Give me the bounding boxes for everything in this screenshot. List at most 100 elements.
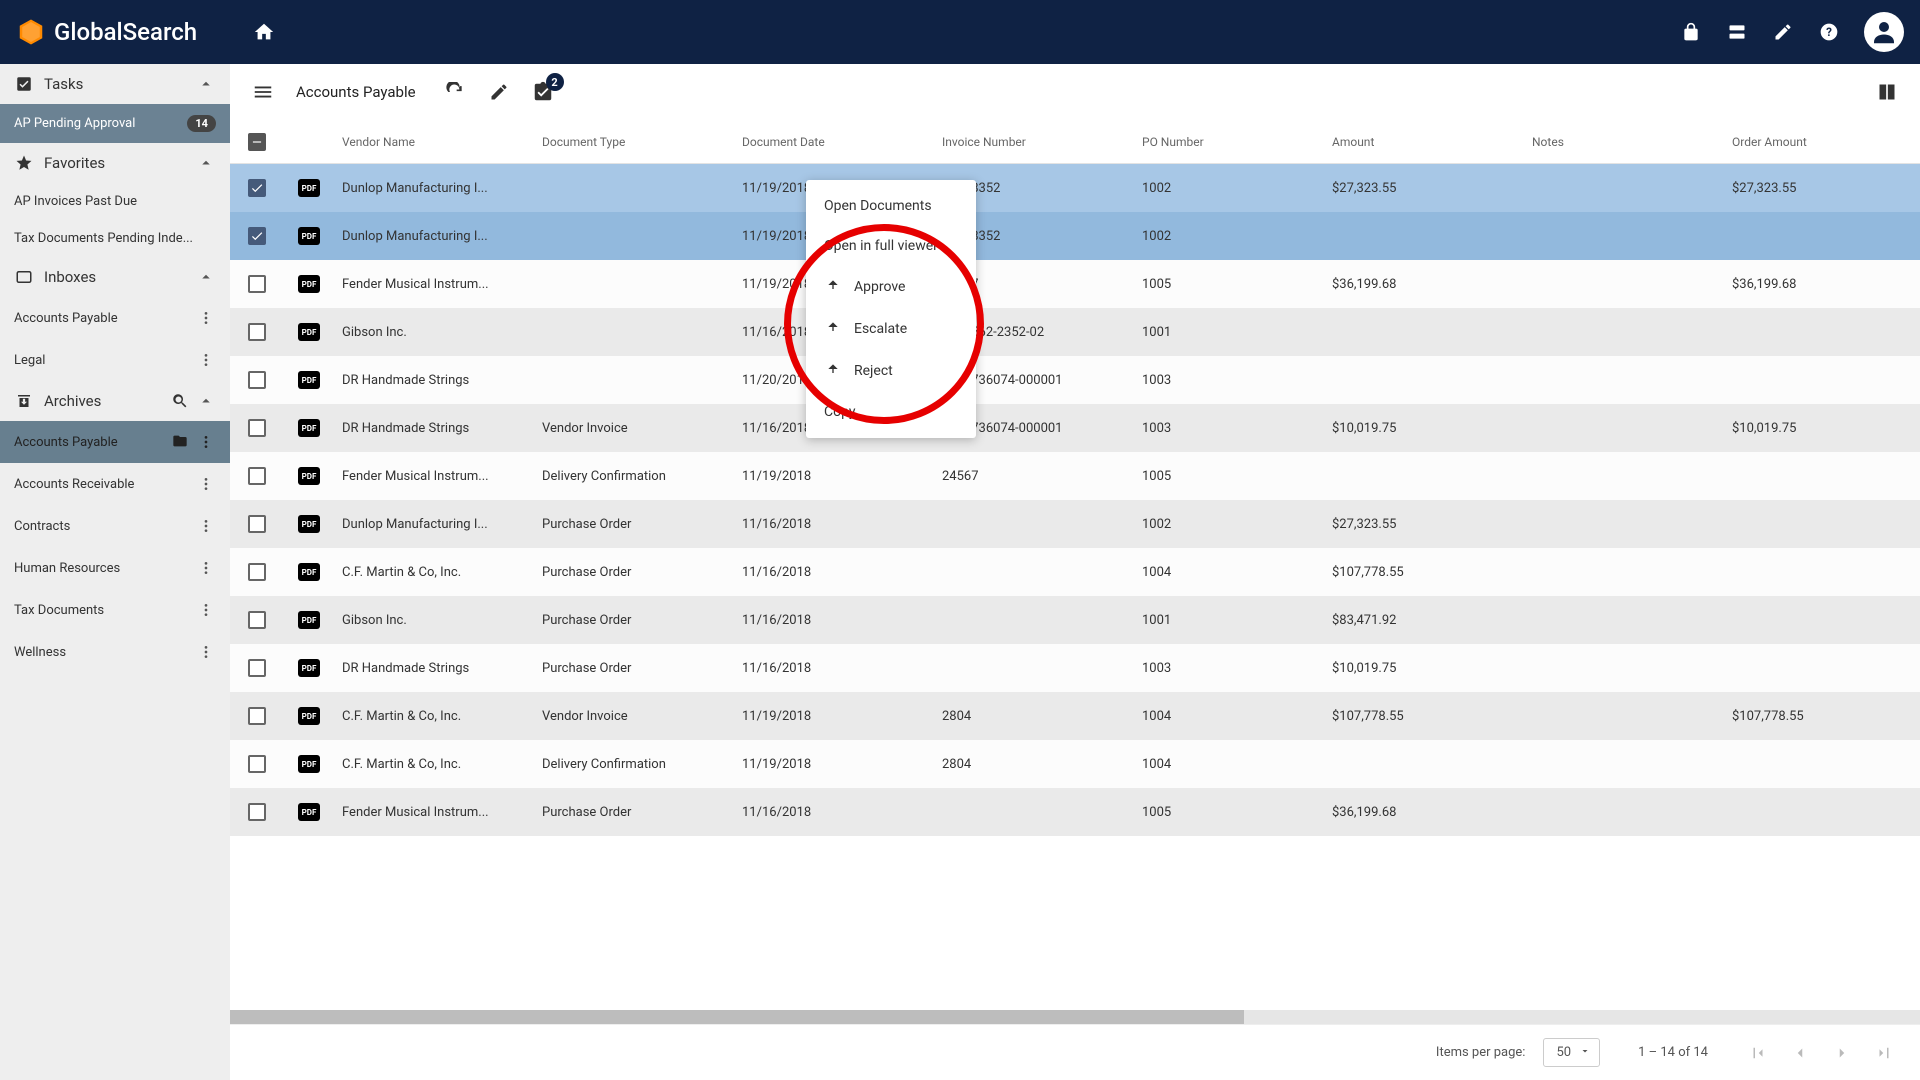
first-page-button[interactable] (1746, 1041, 1770, 1065)
ctx-open-documents[interactable]: Open Documents (806, 186, 976, 226)
row-checkbox[interactable] (248, 563, 266, 581)
data-table: Vendor Name Document Type Document Date … (230, 120, 1920, 1010)
more-vert-icon[interactable] (196, 600, 216, 620)
more-vert-icon[interactable] (196, 432, 216, 452)
sidebar-item-tax-pending[interactable]: Tax Documents Pending Inde... (0, 220, 230, 257)
cell-doctype: Purchase Order (534, 805, 734, 820)
sidebar-section-label: Tasks (44, 75, 196, 93)
assignment-check-icon[interactable]: 2 (532, 81, 554, 103)
table-row[interactable]: PDFC.F. Martin & Co, Inc.Purchase Order1… (230, 548, 1920, 596)
cell-amount: $10,019.75 (1324, 421, 1524, 436)
row-checkbox[interactable] (248, 467, 266, 485)
pdf-icon: PDF (298, 659, 320, 677)
sidebar-section-favorites[interactable]: Favorites (0, 143, 230, 183)
sidebar-item-ap-past-due[interactable]: AP Invoices Past Due (0, 183, 230, 220)
cell-po: 1004 (1134, 757, 1324, 772)
table-row[interactable]: PDFGibson Inc.Purchase Order11/16/201810… (230, 596, 1920, 644)
sidebar-item-inbox-legal[interactable]: Legal (0, 339, 230, 381)
home-button[interactable] (253, 21, 275, 43)
row-checkbox[interactable] (248, 227, 266, 245)
table-row[interactable]: PDFFender Musical Instrum...Delivery Con… (230, 452, 1920, 500)
col-header-amount[interactable]: Amount (1324, 135, 1524, 149)
cell-date: 11/19/2018 (734, 709, 934, 724)
sidebar-section-inboxes[interactable]: Inboxes (0, 257, 230, 297)
ctx-copy[interactable]: Copy (806, 392, 976, 432)
table-row[interactable]: PDFC.F. Martin & Co, Inc.Delivery Confir… (230, 740, 1920, 788)
ctx-open-full-viewer[interactable]: Open in full viewer (806, 226, 976, 266)
sidebar-item-archive-wellness[interactable]: Wellness (0, 631, 230, 673)
table-row[interactable]: PDFDunlop Manufacturing I...11/19/201803… (230, 212, 1920, 260)
horizontal-scrollbar[interactable] (230, 1010, 1920, 1024)
last-page-button[interactable] (1872, 1041, 1896, 1065)
table-row[interactable]: PDFDR Handmade Strings11/20/201800477360… (230, 356, 1920, 404)
row-checkbox[interactable] (248, 659, 266, 677)
sidebar-item-archive-tax[interactable]: Tax Documents (0, 589, 230, 631)
ctx-approve[interactable]: Approve (806, 266, 976, 308)
sidebar-item-archive-ap[interactable]: Accounts Payable (0, 421, 230, 463)
row-checkbox[interactable] (248, 371, 266, 389)
sidebar-item-archive-contracts[interactable]: Contracts (0, 505, 230, 547)
sidebar-item-inbox-ap[interactable]: Accounts Payable (0, 297, 230, 339)
cell-po: 1003 (1134, 373, 1324, 388)
col-header-notes[interactable]: Notes (1524, 135, 1724, 149)
compose-icon[interactable] (1772, 21, 1794, 43)
more-vert-icon[interactable] (196, 474, 216, 494)
server-icon[interactable] (1726, 21, 1748, 43)
select-all-checkbox[interactable] (248, 133, 266, 151)
table-row[interactable]: PDFDR Handmade StringsPurchase Order11/1… (230, 644, 1920, 692)
items-per-page-select[interactable]: 50 (1543, 1038, 1600, 1067)
sidebar-item-archive-hr[interactable]: Human Resources (0, 547, 230, 589)
more-vert-icon[interactable] (196, 350, 216, 370)
help-icon[interactable]: ? (1818, 21, 1840, 43)
sidebar-section-tasks[interactable]: Tasks (0, 64, 230, 104)
more-vert-icon[interactable] (196, 516, 216, 536)
col-header-order[interactable]: Order Amount (1724, 135, 1884, 149)
more-vert-icon[interactable] (196, 642, 216, 662)
cell-doctype: Purchase Order (534, 565, 734, 580)
ctx-reject[interactable]: Reject (806, 350, 976, 392)
table-row[interactable]: PDFFender Musical Instrum...Purchase Ord… (230, 788, 1920, 836)
user-avatar[interactable] (1864, 12, 1904, 52)
row-checkbox[interactable] (248, 611, 266, 629)
refresh-icon[interactable] (444, 81, 466, 103)
col-header-po[interactable]: PO Number (1134, 135, 1324, 149)
row-checkbox[interactable] (248, 803, 266, 821)
table-row[interactable]: PDFGibson Inc.11/16/20188893562-2352-021… (230, 308, 1920, 356)
more-vert-icon[interactable] (196, 558, 216, 578)
edit-icon[interactable] (488, 81, 510, 103)
sidebar-item-archive-ar[interactable]: Accounts Receivable (0, 463, 230, 505)
cell-date: 11/16/2018 (734, 517, 934, 532)
col-header-vendor[interactable]: Vendor Name (334, 135, 534, 149)
logo-icon (16, 17, 46, 47)
row-checkbox[interactable] (248, 419, 266, 437)
col-header-doctype[interactable]: Document Type (534, 135, 734, 149)
lock-icon[interactable] (1680, 21, 1702, 43)
row-checkbox[interactable] (248, 755, 266, 773)
sidebar-section-archives[interactable]: Archives (0, 381, 230, 421)
row-checkbox[interactable] (248, 707, 266, 725)
pdf-icon: PDF (298, 515, 320, 533)
next-page-button[interactable] (1830, 1041, 1854, 1065)
search-icon[interactable] (170, 391, 190, 411)
table-row[interactable]: PDFFender Musical Instrum...11/19/201824… (230, 260, 1920, 308)
col-header-date[interactable]: Document Date (734, 135, 934, 149)
cell-date: 11/16/2018 (734, 565, 934, 580)
table-row[interactable]: PDFC.F. Martin & Co, Inc.Vendor Invoice1… (230, 692, 1920, 740)
ctx-escalate[interactable]: Escalate (806, 308, 976, 350)
row-checkbox[interactable] (248, 179, 266, 197)
menu-icon[interactable] (252, 81, 274, 103)
col-header-invoice[interactable]: Invoice Number (934, 135, 1134, 149)
table-row[interactable]: PDFDunlop Manufacturing I...11/19/201803… (230, 164, 1920, 212)
row-checkbox[interactable] (248, 323, 266, 341)
row-checkbox[interactable] (248, 275, 266, 293)
app-header: GlobalSearch ? (0, 0, 1920, 64)
context-menu: Open Documents Open in full viewer Appro… (806, 180, 976, 438)
brand-logo: GlobalSearch (16, 17, 197, 47)
table-row[interactable]: PDFDR Handmade StringsVendor Invoice11/1… (230, 404, 1920, 452)
table-row[interactable]: PDFDunlop Manufacturing I...Purchase Ord… (230, 500, 1920, 548)
prev-page-button[interactable] (1788, 1041, 1812, 1065)
view-toggle-icon[interactable] (1876, 81, 1898, 103)
row-checkbox[interactable] (248, 515, 266, 533)
more-vert-icon[interactable] (196, 308, 216, 328)
sidebar-item-ap-pending[interactable]: AP Pending Approval 14 (0, 104, 230, 143)
